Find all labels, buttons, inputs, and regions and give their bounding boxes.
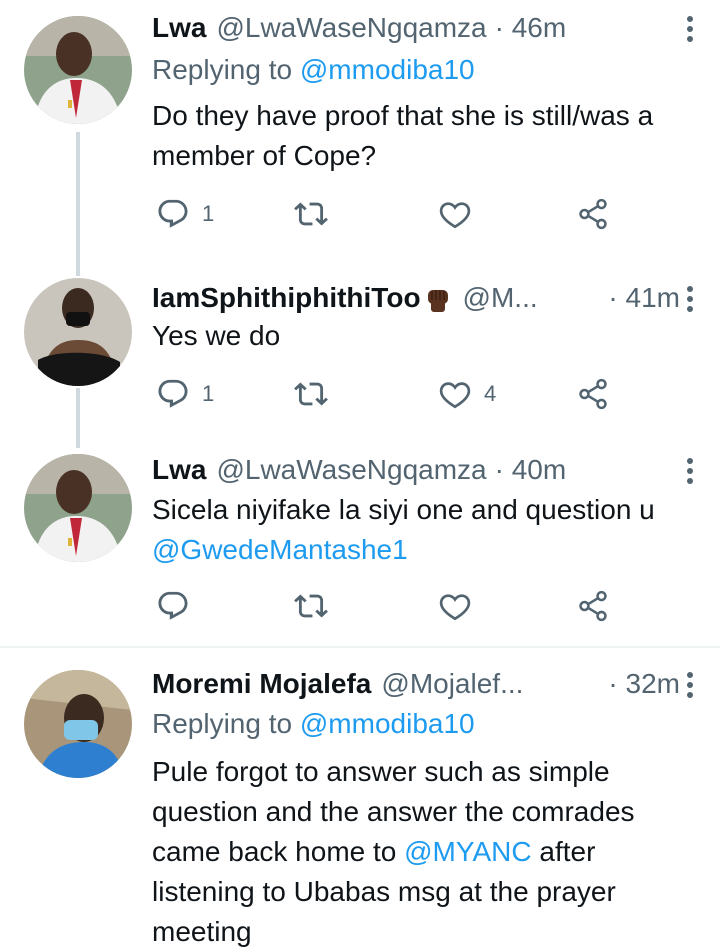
tweet-3[interactable]: Lwa @LwaWaseNgqamza · 40m Sicela niyifak… xyxy=(0,448,720,646)
timestamp[interactable]: · 40m xyxy=(495,454,567,486)
tweet-text: Do they have proof that she is still/was… xyxy=(152,100,654,171)
retweet-icon xyxy=(294,377,328,411)
replying-to-mention[interactable]: @mmodiba10 xyxy=(300,708,475,739)
like-icon xyxy=(438,377,472,411)
tweet-4[interactable]: Moremi Mojalefa @Mojalef... · 32m Replyi… xyxy=(0,648,720,950)
reply-count: 1 xyxy=(202,201,215,226)
tweet-text: Sicela niyifake la siyi one and question… xyxy=(152,490,696,570)
display-name[interactable]: Lwa xyxy=(152,454,206,486)
thread-line xyxy=(76,258,80,276)
avatar[interactable] xyxy=(24,16,132,124)
action-bar xyxy=(152,586,622,626)
like-icon xyxy=(438,197,472,231)
avatar[interactable] xyxy=(24,454,132,562)
timestamp[interactable]: · 41m xyxy=(608,282,680,314)
thread-line xyxy=(76,132,80,258)
share-button[interactable] xyxy=(576,194,610,234)
reply-count: 1 xyxy=(202,381,215,406)
share-button[interactable] xyxy=(576,586,610,626)
display-name[interactable]: Lwa xyxy=(152,12,206,44)
tweet-header: Moremi Mojalefa @Mojalef... · 32m xyxy=(152,664,700,704)
avatar[interactable] xyxy=(24,278,132,386)
tweet-text: Yes we do xyxy=(152,320,281,351)
share-icon xyxy=(576,197,610,231)
timestamp[interactable]: · 32m xyxy=(608,668,680,700)
username[interactable]: @LwaWaseNgqamza xyxy=(216,12,486,44)
retweet-button[interactable] xyxy=(294,374,340,414)
share-icon xyxy=(576,589,610,623)
retweet-icon xyxy=(294,197,328,231)
retweet-icon xyxy=(294,589,328,623)
like-count: 4 xyxy=(484,381,497,406)
reply-button[interactable]: 1 xyxy=(156,194,214,234)
tweet-text-line: Sicela niyifake la siyi one and question… xyxy=(152,494,655,525)
like-button[interactable] xyxy=(438,194,484,234)
reply-icon xyxy=(156,197,190,231)
reply-button[interactable] xyxy=(156,586,202,626)
replying-to: Replying to @mmodiba10 xyxy=(152,708,475,740)
tweet-1[interactable]: Lwa @LwaWaseNgqamza · 46m Replying to @m… xyxy=(0,0,720,258)
more-icon[interactable] xyxy=(686,12,694,46)
tweet-header: Lwa @LwaWaseNgqamza · 40m xyxy=(152,450,700,490)
replying-to: Replying to @mmodiba10 xyxy=(152,54,475,86)
action-bar: 1 4 xyxy=(152,374,622,414)
mention-link[interactable]: @GwedeMantashe1 xyxy=(152,530,696,570)
share-icon xyxy=(576,377,610,411)
mention-link[interactable]: @MYANC xyxy=(404,836,531,867)
username[interactable]: @LwaWaseNgqamza xyxy=(216,454,486,486)
tweet-2[interactable]: IamSphithiphithiToo @M... · 41m Yes we d… xyxy=(0,258,720,448)
raised-fist-emoji xyxy=(427,290,448,313)
more-icon[interactable] xyxy=(686,282,694,316)
retweet-button[interactable] xyxy=(294,194,340,234)
share-button[interactable] xyxy=(576,374,610,414)
replying-to-mention[interactable]: @mmodiba10 xyxy=(300,54,475,85)
action-bar: 1 xyxy=(152,194,622,234)
display-name[interactable]: Moremi Mojalefa xyxy=(152,668,371,700)
replying-to-label: Replying to xyxy=(152,708,293,739)
username[interactable]: @M... xyxy=(463,282,538,314)
like-button[interactable] xyxy=(438,586,484,626)
like-icon xyxy=(438,589,472,623)
retweet-button[interactable] xyxy=(294,586,340,626)
timestamp[interactable]: · 46m xyxy=(495,12,567,44)
reply-icon xyxy=(156,589,190,623)
display-name[interactable]: IamSphithiphithiToo xyxy=(152,282,453,315)
tweet-text: Pule forgot to answer such as simple que… xyxy=(152,752,680,952)
avatar[interactable] xyxy=(24,670,132,778)
more-icon[interactable] xyxy=(686,668,694,702)
like-button[interactable]: 4 xyxy=(438,374,496,414)
replying-to-label: Replying to xyxy=(152,54,293,85)
reply-icon xyxy=(156,377,190,411)
tweet-header: IamSphithiphithiToo @M... · 41m xyxy=(152,278,700,318)
tweet-header: Lwa @LwaWaseNgqamza · 46m xyxy=(152,8,700,48)
thread-line xyxy=(76,388,80,448)
more-icon[interactable] xyxy=(686,454,694,488)
reply-button[interactable]: 1 xyxy=(156,374,214,414)
username[interactable]: @Mojalef... xyxy=(381,668,523,700)
